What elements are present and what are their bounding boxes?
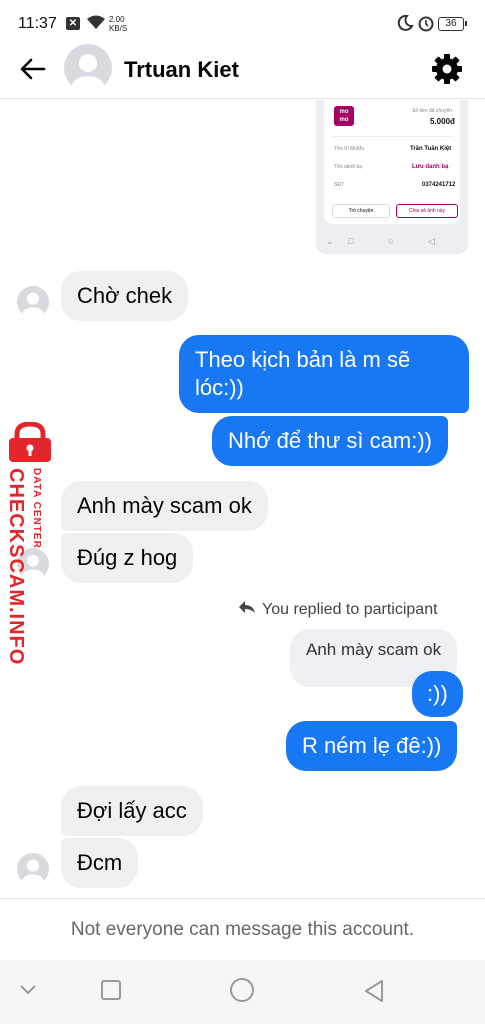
network-speed: 2.00 KB/S [109, 15, 127, 33]
sender-avatar[interactable] [17, 853, 49, 885]
status-bar: 11:37 ✕ 2.00 KB/S 36 [0, 0, 485, 44]
network-speed-unit: KB/S [109, 24, 128, 33]
save-contact-link: Lưu danh bạ [412, 164, 449, 170]
messaging-restriction-notice: Not everyone can message this account. [0, 898, 485, 960]
outgoing-message[interactable]: R ném lẹ đê:)) [286, 721, 458, 771]
incoming-message[interactable]: Đcm [61, 838, 139, 888]
chevron-down-icon[interactable] [18, 982, 38, 996]
reply-arrow-icon [239, 601, 255, 613]
chat-header: Trtuan Kiet [0, 44, 485, 99]
messenger-chat-screen: 11:37 ✕ 2.00 KB/S 36 Trtuan Kiet mo mo S… [0, 0, 485, 1024]
recent-apps-icon[interactable] [99, 978, 123, 1002]
contact-name[interactable]: Trtuan Kiet [124, 57, 239, 83]
moon-icon [397, 14, 414, 31]
default-avatar-icon [71, 54, 105, 92]
shared-image-message[interactable]: mo mo Số tiền đã chuyển 5.000đ Tên Ví MoM… [316, 100, 468, 254]
alarm-icon [418, 16, 434, 32]
default-avatar-icon [21, 292, 45, 318]
divider [332, 136, 454, 137]
outgoing-message[interactable]: Theo kịch bản là m sẽ lóc:)) [179, 335, 469, 413]
watermark-main-text: CHECKSCAM.INFO [5, 468, 27, 666]
outgoing-message[interactable]: :)) [412, 671, 463, 717]
outgoing-message[interactable]: Nhớ để thư sì cam:)) [212, 416, 448, 466]
reply-indicator: You replied to participant [238, 600, 438, 619]
back-arrow-icon[interactable] [18, 54, 48, 84]
watermark-sub-text: DATA CENTER [31, 468, 42, 549]
system-navigation-bar [0, 960, 485, 1024]
battery-indicator: 36 [438, 17, 467, 31]
wallet-label: Tên Ví MoMo [334, 146, 365, 152]
incoming-message[interactable]: Đợi lấy acc [61, 786, 203, 836]
amount-label: Số tiền đã chuyển [412, 108, 453, 114]
checkscam-watermark: CHECKSCAM.INFO DATA CENTER [2, 422, 58, 665]
phone-label: SĐT [334, 182, 344, 188]
incoming-message[interactable]: Đúg z hog [61, 533, 194, 583]
sender-avatar[interactable] [17, 286, 49, 318]
status-time: 11:37 [18, 15, 57, 32]
phone-value: 0374241712 [422, 182, 456, 188]
reply-note-text: You replied to participant [262, 601, 438, 618]
contact-label: Tên danh bạ [334, 164, 363, 170]
wifi-icon [87, 15, 105, 29]
chat-button: Trò chuyện [332, 204, 390, 218]
incoming-message[interactable]: Chờ chek [61, 271, 189, 321]
notification-icon: ✕ [66, 17, 80, 30]
network-speed-value: 2.00 [109, 15, 125, 24]
lock-icon [9, 422, 51, 462]
back-triangle-icon[interactable] [362, 978, 386, 1004]
screenshot-navbar: ⌄ □ ○ ◁ [326, 236, 435, 246]
contact-avatar[interactable] [64, 44, 112, 92]
momo-receipt-card: mo mo Số tiền đã chuyển 5.000đ Tên Ví MoM… [324, 100, 460, 224]
wallet-name: Trần Tuấn Kiệt [410, 146, 452, 152]
incoming-message[interactable]: Anh mày scam ok [61, 481, 268, 531]
momo-logo: mo mo [334, 106, 354, 126]
gear-icon[interactable] [430, 52, 464, 86]
amount-value: 5.000đ [430, 117, 455, 126]
default-avatar-icon [21, 859, 45, 885]
share-image-button: Chia sẻ ảnh này [396, 204, 458, 218]
home-icon[interactable] [229, 977, 255, 1003]
